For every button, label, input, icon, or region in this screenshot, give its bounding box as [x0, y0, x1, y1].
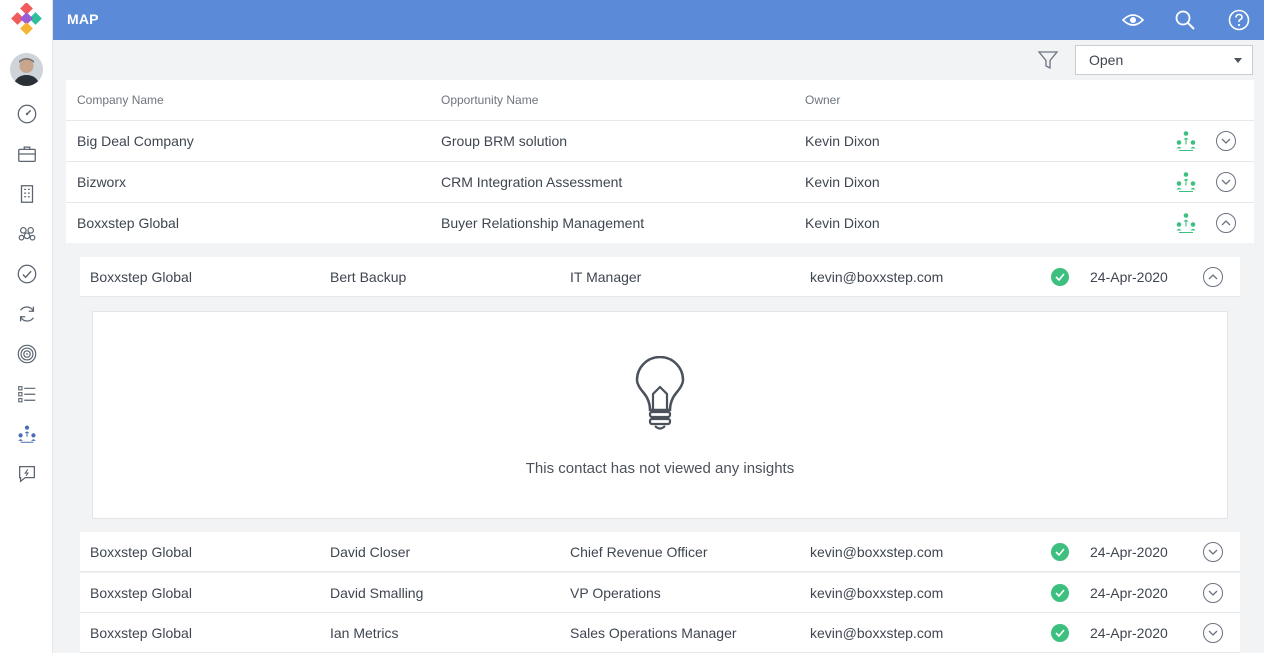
- status-select-value: Open: [1089, 52, 1124, 68]
- collapse-contact-button[interactable]: [1203, 267, 1223, 287]
- table-row[interactable]: Bizworx CRM Integration Assessment Kevin…: [66, 162, 1254, 203]
- contact-row[interactable]: Boxxstep Global Ian Metrics Sales Operat…: [80, 613, 1240, 653]
- chevron-down-icon: [1221, 179, 1231, 185]
- contact-title: IT Manager: [570, 269, 642, 285]
- check-icon: [1051, 624, 1069, 642]
- table-row[interactable]: Boxxstep Global Buyer Relationship Manag…: [66, 203, 1254, 244]
- target-icon[interactable]: [14, 341, 39, 366]
- contact-name: Ian Metrics: [330, 625, 399, 641]
- owner-name: Kevin Dixon: [805, 133, 880, 149]
- contact-name: David Closer: [330, 544, 411, 560]
- eye-icon[interactable]: [1121, 8, 1145, 32]
- briefcase-icon[interactable]: [14, 141, 39, 166]
- contact-date: 24-Apr-2020: [1090, 625, 1168, 641]
- people-icon[interactable]: [14, 221, 39, 246]
- app-logo[interactable]: [9, 2, 45, 39]
- opportunity-name: Buyer Relationship Management: [441, 215, 645, 231]
- chevron-down-icon: [1208, 549, 1218, 555]
- contact-email: kevin@boxxstep.com: [810, 544, 944, 560]
- avatar[interactable]: [10, 53, 43, 86]
- empty-insights-message: This contact has not viewed any insights: [525, 460, 795, 477]
- expand-row-button[interactable]: [1216, 172, 1236, 192]
- check-icon: [1051, 543, 1069, 561]
- company-name: Big Deal Company: [77, 133, 194, 149]
- company-name: Boxxstep Global: [77, 215, 179, 231]
- expand-contact-button[interactable]: [1203, 542, 1223, 562]
- contact-date: 24-Apr-2020: [1090, 269, 1168, 285]
- opportunity-table: Company Name Opportunity Name Owner Big …: [66, 80, 1254, 244]
- opportunity-name: Group BRM solution: [441, 133, 568, 149]
- check-icon: [1051, 268, 1069, 286]
- insights-panel: This contact has not viewed any insights: [92, 311, 1228, 519]
- page-title: MAP: [67, 11, 99, 27]
- lightbulb-icon: [634, 355, 686, 432]
- search-icon[interactable]: [1173, 8, 1197, 32]
- refresh-icon[interactable]: [14, 301, 39, 326]
- chevron-up-icon: [1208, 274, 1218, 280]
- company-name: Bizworx: [77, 174, 127, 190]
- dashboard-icon[interactable]: [14, 101, 39, 126]
- contact-name: Bert Backup: [330, 269, 407, 285]
- org-chart-icon[interactable]: [1174, 171, 1198, 193]
- caret-down-icon: [1234, 58, 1242, 63]
- table-header: Company Name Opportunity Name Owner: [66, 80, 1254, 121]
- contact-row[interactable]: Boxxstep Global Bert Backup IT Manager k…: [80, 257, 1240, 297]
- check-icon: [1051, 584, 1069, 602]
- sidebar: [0, 0, 53, 653]
- opportunity-name: CRM Integration Assessment: [441, 174, 623, 190]
- contact-name: David Smalling: [330, 585, 424, 601]
- filter-icon[interactable]: [1036, 48, 1060, 72]
- contact-row[interactable]: Boxxstep Global David Closer Chief Reven…: [80, 532, 1240, 572]
- contact-date: 24-Apr-2020: [1090, 544, 1168, 560]
- contacts-panel: Boxxstep Global Bert Backup IT Manager k…: [66, 243, 1254, 653]
- column-header-owner[interactable]: Owner: [805, 93, 840, 107]
- expand-contact-button[interactable]: [1203, 583, 1223, 603]
- contact-company: Boxxstep Global: [90, 544, 192, 560]
- org-chart-icon[interactable]: [14, 421, 39, 446]
- owner-name: Kevin Dixon: [805, 174, 880, 190]
- contact-title: Chief Revenue Officer: [570, 544, 708, 560]
- chevron-down-icon: [1221, 138, 1231, 144]
- checklist-icon[interactable]: [14, 381, 39, 406]
- help-icon[interactable]: [1227, 8, 1251, 32]
- contact-email: kevin@boxxstep.com: [810, 269, 944, 285]
- chat-icon[interactable]: [14, 461, 39, 486]
- org-chart-icon[interactable]: [1174, 212, 1198, 234]
- contact-title: Sales Operations Manager: [570, 625, 737, 641]
- expand-row-button[interactable]: [1216, 131, 1236, 151]
- owner-name: Kevin Dixon: [805, 215, 880, 231]
- column-header-company[interactable]: Company Name: [77, 93, 164, 107]
- expand-contact-button[interactable]: [1203, 623, 1223, 643]
- chevron-down-icon: [1208, 630, 1218, 636]
- building-icon[interactable]: [14, 181, 39, 206]
- contact-email: kevin@boxxstep.com: [810, 585, 944, 601]
- contact-email: kevin@boxxstep.com: [810, 625, 944, 641]
- column-header-opportunity[interactable]: Opportunity Name: [441, 93, 538, 107]
- org-chart-icon[interactable]: [1174, 130, 1198, 152]
- chevron-down-icon: [1208, 590, 1218, 596]
- contact-company: Boxxstep Global: [90, 585, 192, 601]
- contact-title: VP Operations: [570, 585, 661, 601]
- contact-date: 24-Apr-2020: [1090, 585, 1168, 601]
- status-select[interactable]: Open: [1075, 45, 1253, 75]
- top-bar: MAP: [53, 0, 1264, 40]
- contact-row[interactable]: Boxxstep Global David Smalling VP Operat…: [80, 573, 1240, 613]
- check-circle-icon[interactable]: [14, 261, 39, 286]
- chevron-up-icon: [1221, 220, 1231, 226]
- contact-company: Boxxstep Global: [90, 625, 192, 641]
- contact-company: Boxxstep Global: [90, 269, 192, 285]
- collapse-row-button[interactable]: [1216, 213, 1236, 233]
- table-row[interactable]: Big Deal Company Group BRM solution Kevi…: [66, 121, 1254, 162]
